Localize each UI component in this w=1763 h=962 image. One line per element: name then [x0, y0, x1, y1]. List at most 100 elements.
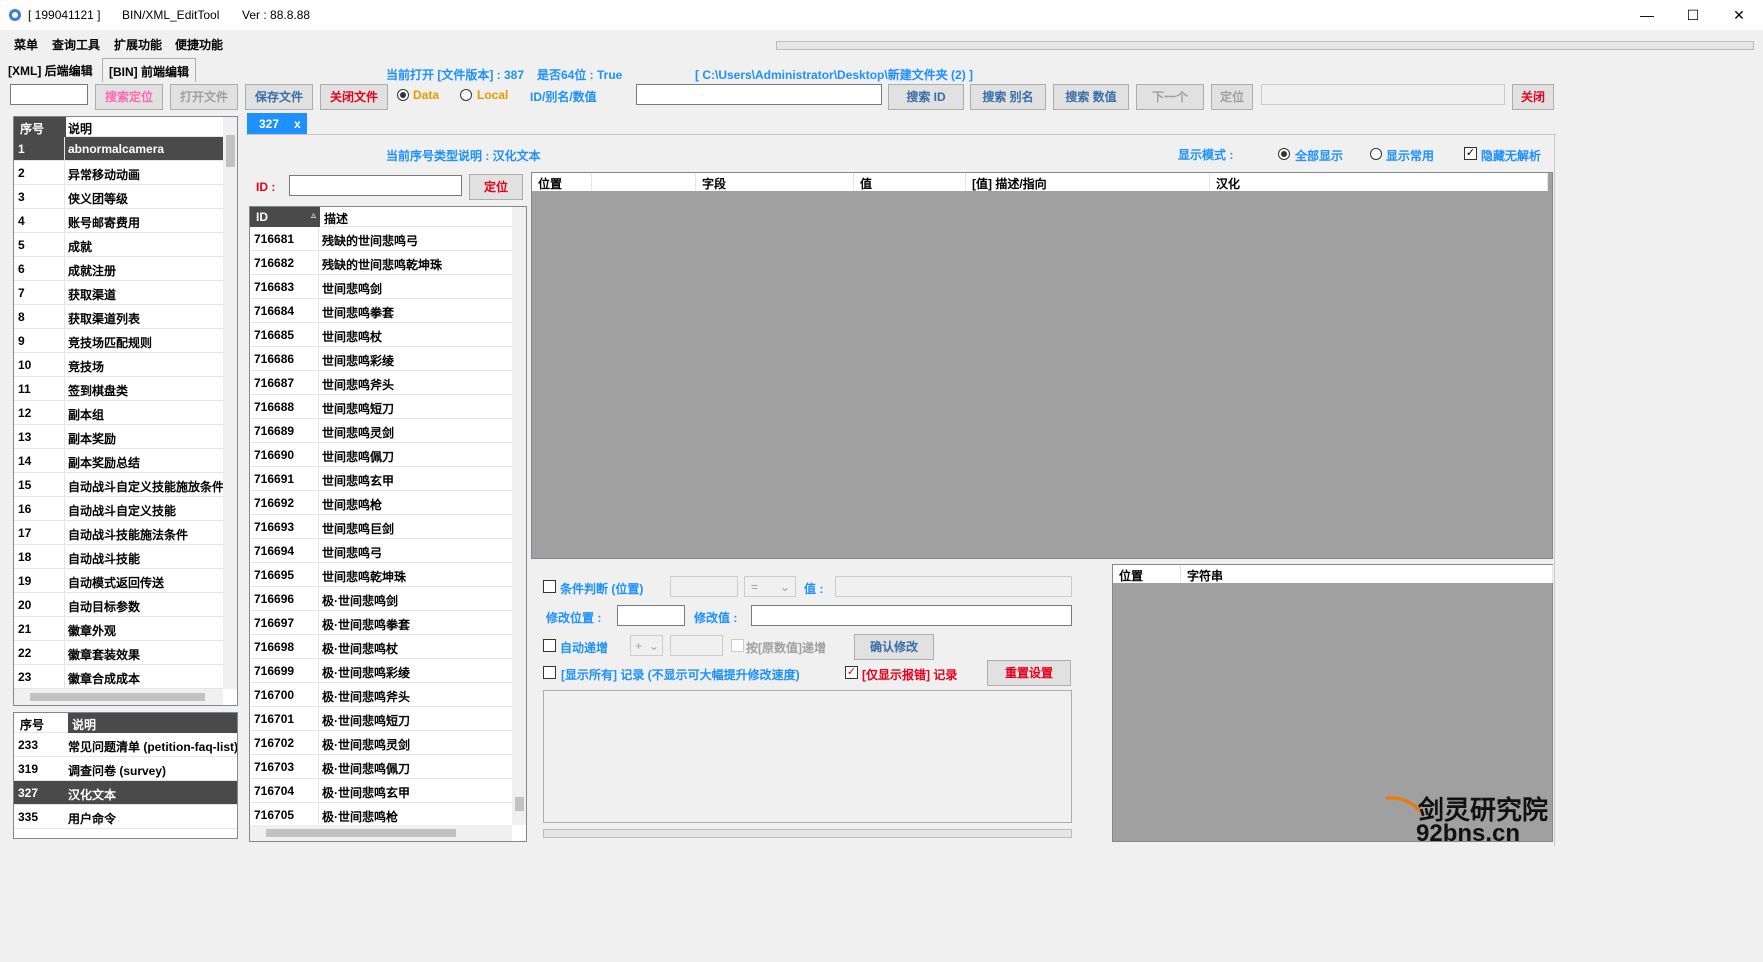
category-hscroll-thumb[interactable]: [30, 693, 205, 701]
doc-tab-327[interactable]: 327 x: [247, 113, 307, 135]
modify-value-input[interactable]: [751, 605, 1072, 626]
string-col-string[interactable]: 字符串: [1181, 565, 1553, 583]
id-row[interactable]: 716704 极·世间悲鸣玄甲: [250, 779, 512, 803]
tab-xml[interactable]: [XML] 后端编辑: [2, 58, 99, 82]
detail-col-value[interactable]: 值: [854, 173, 966, 191]
category-list[interactable]: 序号 说明 1 abnormalcamera 2 异常移动动画 3 侠义团等级 4 账号邮寄费…: [13, 116, 238, 706]
hide-unparsed-checkbox[interactable]: ✓: [1464, 147, 1477, 160]
cond-checkbox[interactable]: [543, 580, 556, 593]
detail-col-field[interactable]: 字段: [696, 173, 854, 191]
category-row[interactable]: 2 异常移动动画: [14, 161, 223, 185]
next-button[interactable]: 下一个: [1136, 84, 1204, 110]
confirm-modify-button[interactable]: 确认修改: [854, 634, 934, 660]
category-row[interactable]: 3 侠义团等级: [14, 185, 223, 209]
col-desc-header[interactable]: 说明: [68, 120, 92, 137]
recent-row[interactable]: 327 汉化文本: [14, 781, 237, 805]
search-value-button[interactable]: 搜索 数值: [1053, 84, 1129, 110]
recent-row[interactable]: 335 用户命令: [14, 805, 237, 829]
id-row[interactable]: 716701 极·世间悲鸣短刀: [250, 707, 512, 731]
category-vscroll[interactable]: [223, 117, 237, 689]
auto-inc-checkbox[interactable]: [543, 639, 556, 652]
locate-button[interactable]: 定位: [1211, 84, 1253, 110]
detail-col-position[interactable]: 位置: [532, 173, 592, 191]
id-row[interactable]: 716689 世间悲鸣灵剑: [250, 419, 512, 443]
id-row[interactable]: 716705 极·世间悲鸣枪: [250, 803, 512, 827]
maximize-button[interactable]: ☐: [1670, 0, 1716, 30]
reset-settings-button[interactable]: 重置设置: [987, 660, 1071, 686]
id-row[interactable]: 716690 世间悲鸣佩刀: [250, 443, 512, 467]
radio-local[interactable]: [460, 89, 472, 101]
category-row[interactable]: 17 自动战斗技能施法条件: [14, 521, 223, 545]
id-row[interactable]: 716697 极·世间悲鸣拳套: [250, 611, 512, 635]
category-row[interactable]: 11 签到棋盘类: [14, 377, 223, 401]
id-row[interactable]: 716682 残缺的世间悲鸣乾坤珠: [250, 251, 512, 275]
menu-item-menu[interactable]: 菜单: [14, 36, 38, 53]
close-window-button[interactable]: ✕: [1716, 0, 1762, 30]
category-row[interactable]: 6 成就注册: [14, 257, 223, 281]
id-list-hscroll[interactable]: [250, 825, 512, 841]
id-row[interactable]: 716702 极·世间悲鸣灵剑: [250, 731, 512, 755]
category-row[interactable]: 22 徽章套装效果: [14, 641, 223, 665]
category-row[interactable]: 15 自动战斗自定义技能施放条件: [14, 473, 224, 497]
id-row[interactable]: 716695 世间悲鸣乾坤珠: [250, 563, 512, 587]
id-col-header[interactable]: ID ▵: [250, 207, 320, 227]
category-row[interactable]: 14 副本奖励总结: [14, 449, 223, 473]
id-row[interactable]: 716694 世间悲鸣弓: [250, 539, 512, 563]
close-file-button[interactable]: 关闭文件: [320, 84, 388, 110]
id-row[interactable]: 716703 极·世间悲鸣佩刀: [250, 755, 512, 779]
id-row[interactable]: 716688 世间悲鸣短刀: [250, 395, 512, 419]
detail-grid[interactable]: 位置 字段 值 [值] 描述/指向 汉化: [531, 172, 1553, 559]
category-row[interactable]: 20 自动目标参数: [14, 593, 223, 617]
category-row[interactable]: 19 自动模式返回传送: [14, 569, 223, 593]
search-locate-input[interactable]: [10, 84, 88, 105]
recent-col-index-header[interactable]: 序号: [20, 716, 44, 733]
category-row[interactable]: 13 副本奖励: [14, 425, 223, 449]
id-row[interactable]: 716692 世间悲鸣枪: [250, 491, 512, 515]
category-vscroll-thumb[interactable]: [226, 135, 235, 167]
radio-show-all[interactable]: [1278, 148, 1290, 160]
id-row[interactable]: 716683 世间悲鸣剑: [250, 275, 512, 299]
save-file-button[interactable]: 保存文件: [245, 84, 313, 110]
category-row[interactable]: 5 成就: [14, 233, 223, 257]
category-row[interactable]: 10 竞技场: [14, 353, 223, 377]
radio-data[interactable]: [397, 89, 409, 101]
tab-bin[interactable]: [BIN] 前端编辑: [102, 58, 196, 82]
inc-operator-select[interactable]: + ⌄: [630, 635, 663, 656]
close-button[interactable]: 关闭: [1512, 84, 1554, 110]
category-row[interactable]: 18 自动战斗技能: [14, 545, 223, 569]
id-row[interactable]: 716681 残缺的世间悲鸣弓: [250, 227, 512, 251]
id-row[interactable]: 716687 世间悲鸣斧头: [250, 371, 512, 395]
inc-value-input[interactable]: [670, 635, 723, 656]
show-error-log-checkbox[interactable]: ✓: [845, 666, 858, 679]
recent-list[interactable]: 序号 说明 233 常见问题清单 (petition-faq-list) 319 调查…: [13, 712, 238, 839]
id-list-hscroll-thumb[interactable]: [266, 829, 456, 837]
category-row[interactable]: 4 账号邮寄费用: [14, 209, 223, 233]
category-row[interactable]: 21 徽章外观: [14, 617, 223, 641]
locate-input[interactable]: [1261, 84, 1505, 105]
cond-position-input[interactable]: [670, 576, 738, 597]
doc-tab-close-icon[interactable]: x: [294, 117, 301, 131]
category-row[interactable]: 16 自动战斗自定义技能: [14, 497, 223, 521]
minimize-button[interactable]: —: [1624, 0, 1670, 30]
menu-item-quick[interactable]: 便捷功能: [175, 36, 223, 53]
by-original-checkbox[interactable]: [731, 639, 744, 652]
recent-row[interactable]: 233 常见问题清单 (petition-faq-list): [14, 733, 237, 757]
col-index-header[interactable]: 序号: [14, 117, 66, 137]
category-row[interactable]: 23 徽章合成成本: [14, 665, 223, 689]
cond-value-input[interactable]: [835, 576, 1072, 597]
menu-item-extend[interactable]: 扩展功能: [114, 36, 162, 53]
search-id-button[interactable]: 搜索 ID: [888, 84, 964, 110]
id-row[interactable]: 716686 世间悲鸣彩绫: [250, 347, 512, 371]
id-list[interactable]: ID ▵ 描述 716681 残缺的世间悲鸣弓 716682 残缺的世间悲鸣乾坤珠 716…: [249, 206, 527, 842]
category-row[interactable]: 9 竞技场匹配规则: [14, 329, 223, 353]
radio-show-common[interactable]: [1370, 148, 1382, 160]
category-row[interactable]: 8 获取渠道列表: [14, 305, 223, 329]
id-list-vscroll-thumb[interactable]: [515, 797, 524, 811]
recent-row[interactable]: 319 调查问卷 (survey): [14, 757, 237, 781]
id-row[interactable]: 716696 极·世间悲鸣剑: [250, 587, 512, 611]
search-alias-button[interactable]: 搜索 别名: [970, 84, 1046, 110]
category-row[interactable]: 12 副本组: [14, 401, 223, 425]
detail-col-desc[interactable]: [值] 描述/指向: [966, 173, 1210, 191]
id-locate-button[interactable]: 定位: [469, 174, 523, 200]
id-list-vscroll[interactable]: [512, 207, 526, 825]
